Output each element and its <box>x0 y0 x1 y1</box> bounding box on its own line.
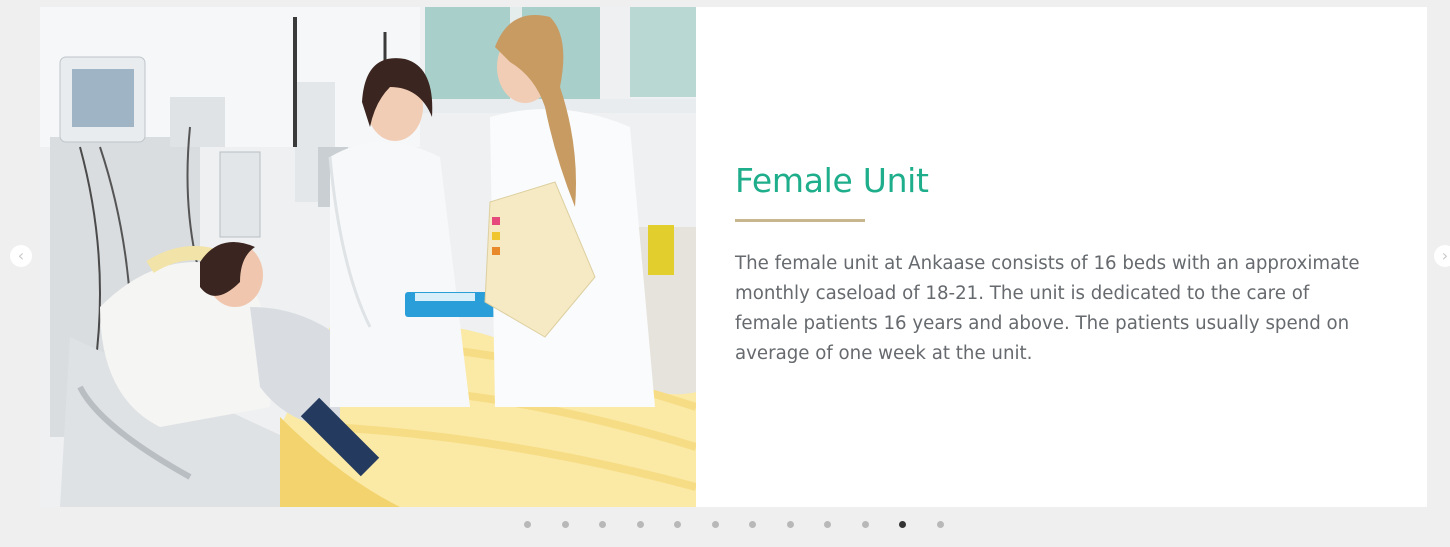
chevron-right-icon: › <box>1441 246 1449 265</box>
carousel-next-button[interactable]: › <box>1434 245 1450 267</box>
carousel-dot[interactable] <box>787 521 794 528</box>
slide-content: Female Unit The female unit at Ankaase c… <box>735 159 1375 369</box>
carousel-dot[interactable] <box>712 521 719 528</box>
carousel-dot[interactable] <box>862 521 869 528</box>
title-divider <box>735 219 865 222</box>
slide-title: Female Unit <box>735 161 929 200</box>
carousel-slide: Female Unit The female unit at Ankaase c… <box>40 7 1427 507</box>
carousel-dot[interactable] <box>637 521 644 528</box>
carousel-dot[interactable] <box>824 521 831 528</box>
carousel-dot[interactable] <box>749 521 756 528</box>
carousel-prev-button[interactable]: ‹ <box>10 245 32 267</box>
carousel-dot[interactable] <box>599 521 606 528</box>
hospital-ward-photo <box>40 7 696 507</box>
carousel-dot[interactable] <box>899 521 906 528</box>
carousel-dot[interactable] <box>937 521 944 528</box>
slide-description: The female unit at Ankaase consists of 1… <box>735 253 1360 364</box>
carousel: ‹ Female Unit The female unit at Ankaase… <box>0 0 1450 547</box>
carousel-dot[interactable] <box>562 521 569 528</box>
carousel-dot[interactable] <box>674 521 681 528</box>
chevron-left-icon: ‹ <box>17 246 25 265</box>
carousel-dot[interactable] <box>524 521 531 528</box>
